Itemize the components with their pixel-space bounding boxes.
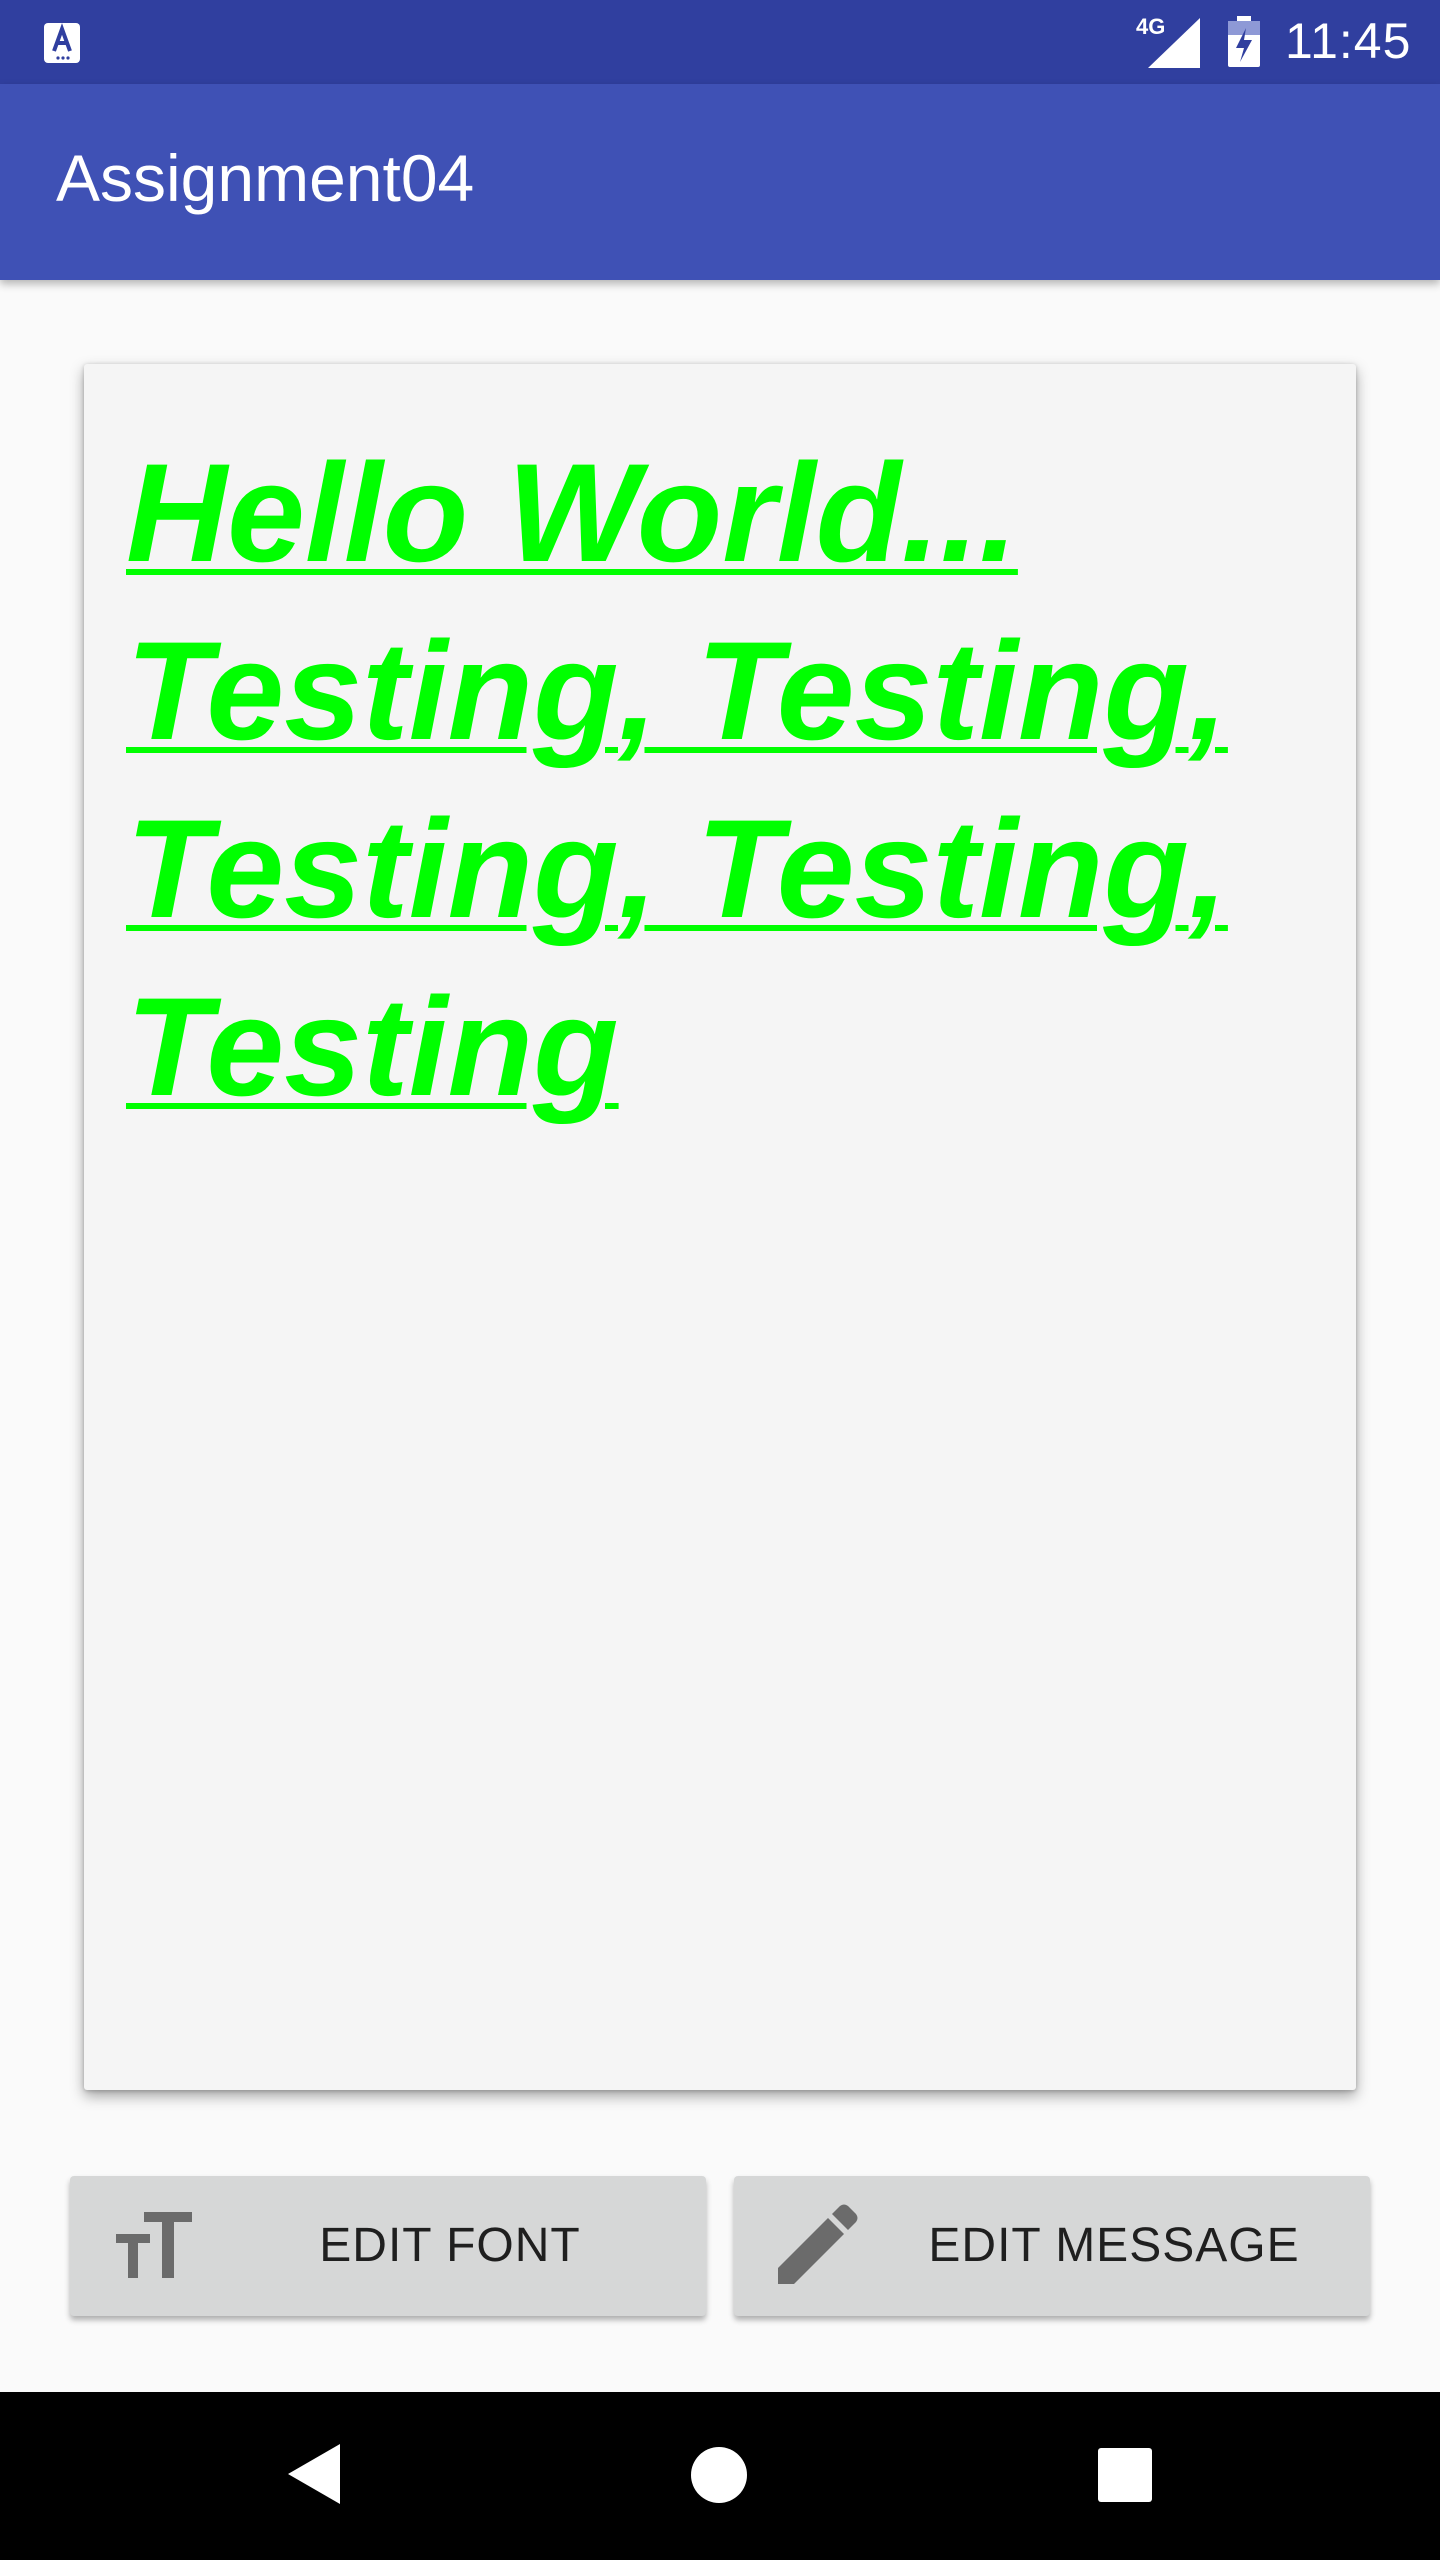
battery-icon xyxy=(1228,16,1260,67)
text-size-icon xyxy=(116,2212,192,2278)
app-bar: Assignment04 xyxy=(0,84,1440,280)
screen: 4G 11:45 Assignment04 Hello World... Tes… xyxy=(0,0,1440,2560)
app-notification-icon xyxy=(44,23,80,63)
status-clock: 11:45 xyxy=(1285,13,1412,69)
signal-icon xyxy=(1148,18,1200,68)
home-icon[interactable] xyxy=(690,2446,748,2504)
edit-font-button[interactable]: EDIT FONT xyxy=(70,2176,706,2316)
edit-message-button[interactable]: EDIT MESSAGE xyxy=(734,2176,1370,2316)
back-icon[interactable] xyxy=(286,2442,342,2506)
pencil-icon xyxy=(778,2204,858,2284)
recents-icon[interactable] xyxy=(1098,2448,1152,2502)
app-title: Assignment04 xyxy=(56,141,475,215)
navigation-bar xyxy=(0,2392,1440,2560)
message-text: Hello World... Testing, Testing, Testing… xyxy=(126,434,1228,1125)
status-bar: 4G 11:45 xyxy=(0,0,1440,84)
message-card: Hello World... Testing, Testing, Testing… xyxy=(84,364,1356,2090)
edit-font-label: EDIT FONT xyxy=(319,2219,581,2272)
edit-message-label: EDIT MESSAGE xyxy=(928,2219,1300,2272)
